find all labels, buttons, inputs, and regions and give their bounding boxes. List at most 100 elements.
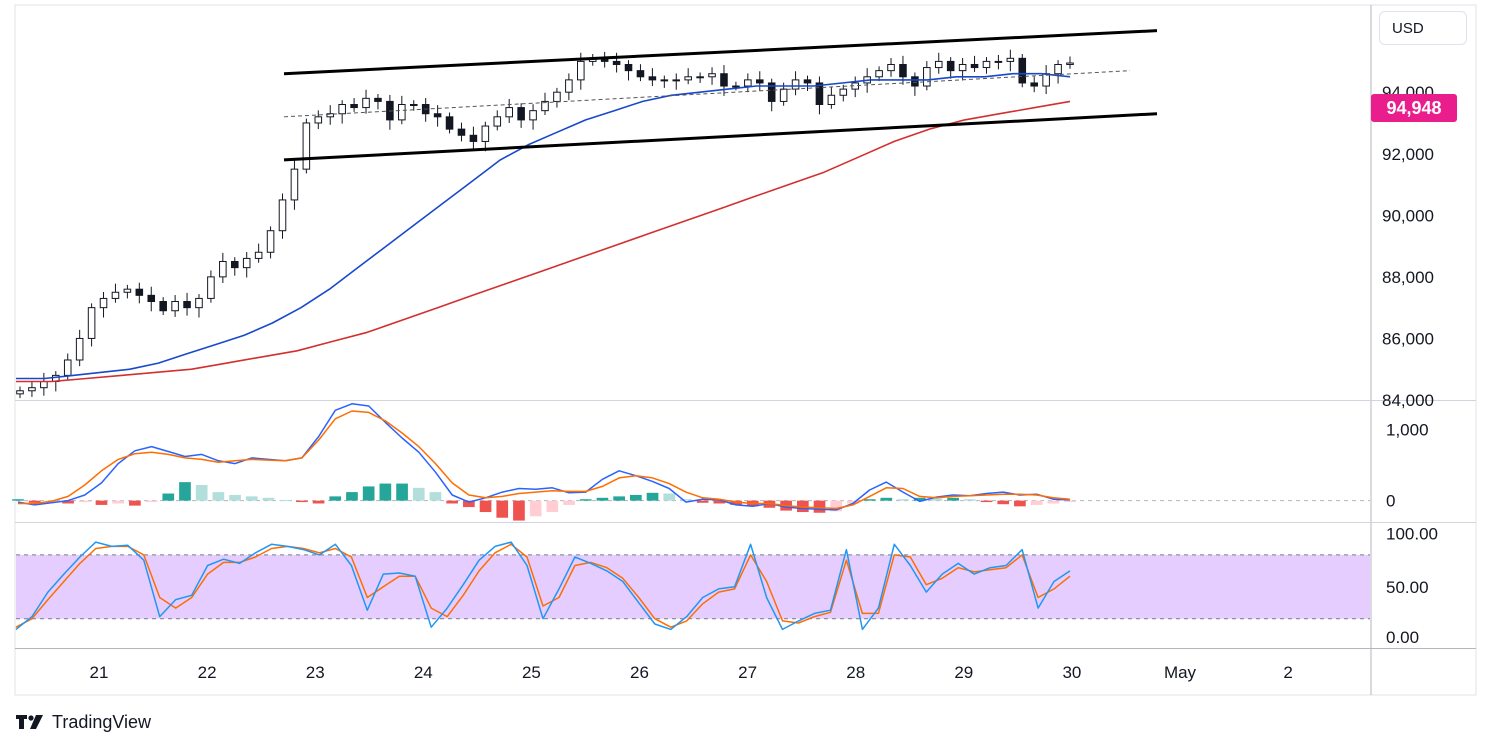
candle-up <box>409 104 418 106</box>
macd-histogram-bar <box>863 499 876 501</box>
candle-up <box>744 79 752 87</box>
date-tick-label: 25 <box>522 663 541 682</box>
macd-histogram-bar <box>379 483 392 501</box>
macd-histogram-bar <box>262 497 275 501</box>
moving-average-slow <box>16 100 1071 383</box>
candle-up <box>529 110 537 121</box>
macd-histogram-bar <box>563 500 575 505</box>
candle-up <box>779 88 788 102</box>
candle-up <box>481 125 490 142</box>
candle-down <box>636 70 645 78</box>
macd-histogram-bar <box>279 499 292 501</box>
macd-histogram-bar <box>897 499 909 501</box>
macd-histogram-bar <box>629 494 642 501</box>
price-tick-label: 84,000 <box>1382 391 1434 410</box>
candle-up <box>266 230 275 253</box>
candle-up <box>493 116 502 127</box>
candle-up <box>553 91 561 102</box>
candle-up <box>982 60 991 69</box>
macd-histogram-bar <box>12 499 24 501</box>
candle-down <box>135 288 144 296</box>
candle-up <box>577 60 585 81</box>
currency-selector[interactable]: USD <box>1379 11 1467 45</box>
date-tick-label: 27 <box>738 663 757 682</box>
macd-histogram-bar <box>296 500 308 503</box>
macd-histogram-bar <box>362 486 375 501</box>
macd-histogram-bar <box>129 500 141 506</box>
macd-histogram-bar <box>1030 500 1043 505</box>
last-price-badge: 94,948 <box>1371 94 1457 122</box>
stochastic-pane[interactable] <box>15 541 1370 631</box>
candle-up <box>87 307 96 339</box>
macd-histogram-bar <box>446 500 459 504</box>
chart-svg[interactable]: 96,00094,00092,00090,00088,00086,00084,0… <box>0 0 1491 748</box>
candle-up <box>923 67 931 87</box>
candle-up <box>660 79 669 82</box>
candle-up <box>207 276 215 299</box>
candle-up <box>791 79 800 90</box>
candle-up <box>875 70 883 78</box>
date-tick-label: 28 <box>846 663 865 682</box>
candle-down <box>1030 82 1038 87</box>
price-pane[interactable] <box>16 29 1158 399</box>
macd-pane[interactable] <box>12 403 1370 521</box>
tradingview-logo-icon <box>16 715 43 729</box>
time-axis[interactable]: 21 22 23 24 25 26 27 28 29 30 May 2 <box>90 663 1293 682</box>
macd-histogram-bar <box>546 500 559 513</box>
candle-down <box>374 97 382 102</box>
candle-up <box>505 107 513 118</box>
macd-histogram-bar <box>429 492 442 501</box>
price-tick-label: 90,000 <box>1382 206 1434 225</box>
stochastic-tick-label: 100.00 <box>1386 525 1438 544</box>
macd-histogram-bar <box>1014 500 1026 507</box>
channel-mid-line <box>283 70 1131 118</box>
candle-up <box>302 122 311 170</box>
moving-average-fast <box>16 72 1071 380</box>
candle-up <box>887 63 895 72</box>
candle-up <box>934 60 943 69</box>
candle-up <box>708 73 716 78</box>
macd-histogram-bar <box>579 499 592 501</box>
macd-histogram-bar <box>346 492 358 501</box>
price-tick-label: 86,000 <box>1382 329 1434 348</box>
candle-up <box>195 297 203 309</box>
date-tick-label: 22 <box>198 663 217 682</box>
date-tick-label: 24 <box>414 663 433 682</box>
macd-signal-line <box>18 410 1071 510</box>
candle-up <box>696 76 704 79</box>
candle-down <box>445 116 454 130</box>
candle-down <box>612 60 621 65</box>
macd-histogram-bar <box>1047 500 1060 504</box>
candle-down <box>624 63 633 72</box>
candle-up <box>99 297 108 309</box>
date-tick-label: 29 <box>954 663 973 682</box>
candle-up <box>958 63 967 72</box>
macd-histogram-bar <box>947 497 959 501</box>
brand-logo[interactable]: TradingView <box>16 710 151 734</box>
candle-down <box>970 63 979 69</box>
candle-up <box>839 88 848 96</box>
macd-histogram-bar <box>195 484 208 501</box>
candle-up <box>314 116 323 124</box>
candle-down <box>803 79 812 84</box>
macd-histogram-bar <box>162 493 175 501</box>
candle-down <box>350 104 358 109</box>
macd-histogram-bar <box>95 500 108 505</box>
macd-histogram-bar <box>496 500 509 518</box>
candle-up <box>75 337 84 361</box>
macd-histogram-bar <box>245 496 258 501</box>
macd-histogram-bar <box>513 500 525 521</box>
candle-down <box>648 76 657 81</box>
macd-histogram-bar <box>813 500 826 513</box>
candle-down <box>946 60 955 72</box>
candle-up <box>994 60 1003 63</box>
brand-name: TradingView <box>52 711 152 732</box>
candle-down <box>899 63 907 78</box>
candle-up <box>63 359 72 376</box>
candle-down <box>159 301 167 312</box>
candle-down <box>230 260 239 269</box>
candle-up <box>290 168 299 201</box>
candle-down <box>911 76 919 87</box>
date-tick-label: May <box>1164 663 1197 682</box>
macd-histogram-bar <box>229 494 241 501</box>
